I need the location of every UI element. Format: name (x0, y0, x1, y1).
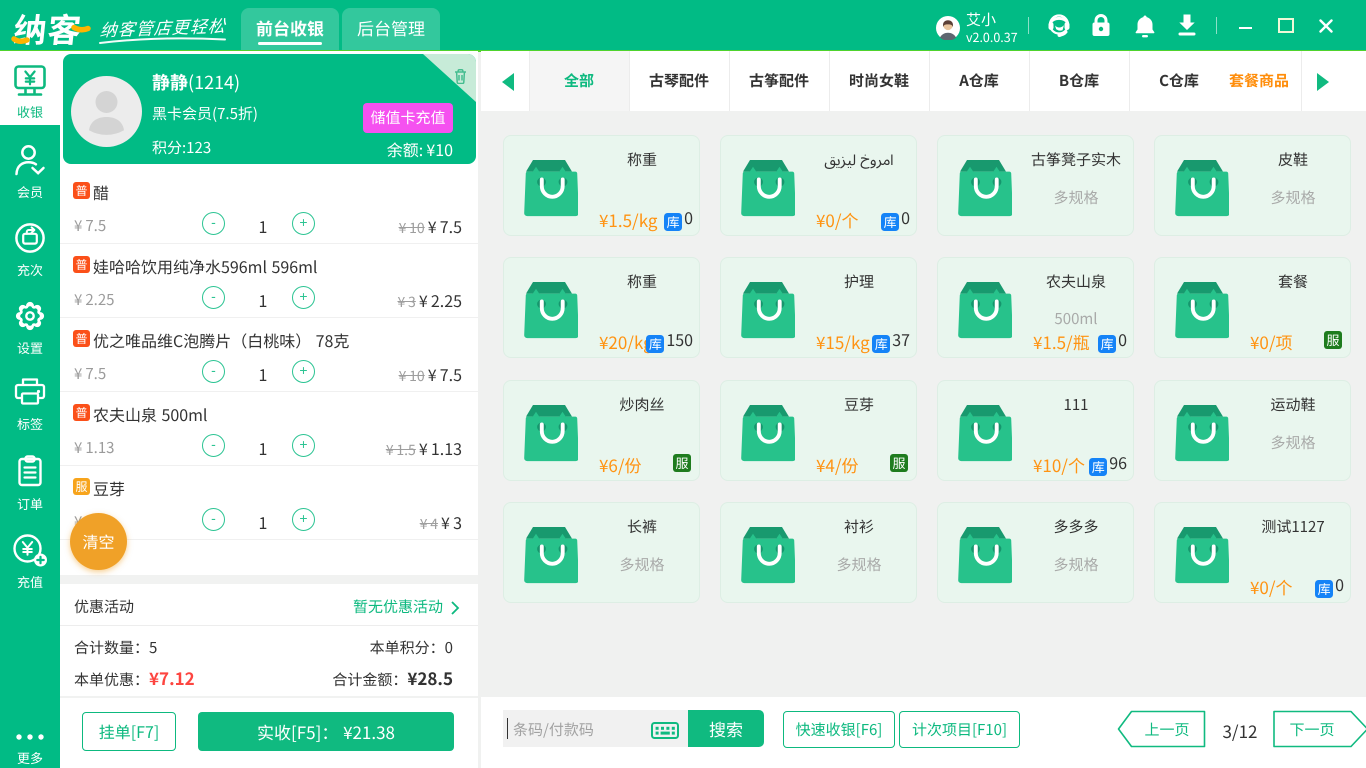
svg-text:下一页: 下一页 (1289, 719, 1334, 740)
svg-text:上一页: 上一页 (1144, 719, 1189, 740)
